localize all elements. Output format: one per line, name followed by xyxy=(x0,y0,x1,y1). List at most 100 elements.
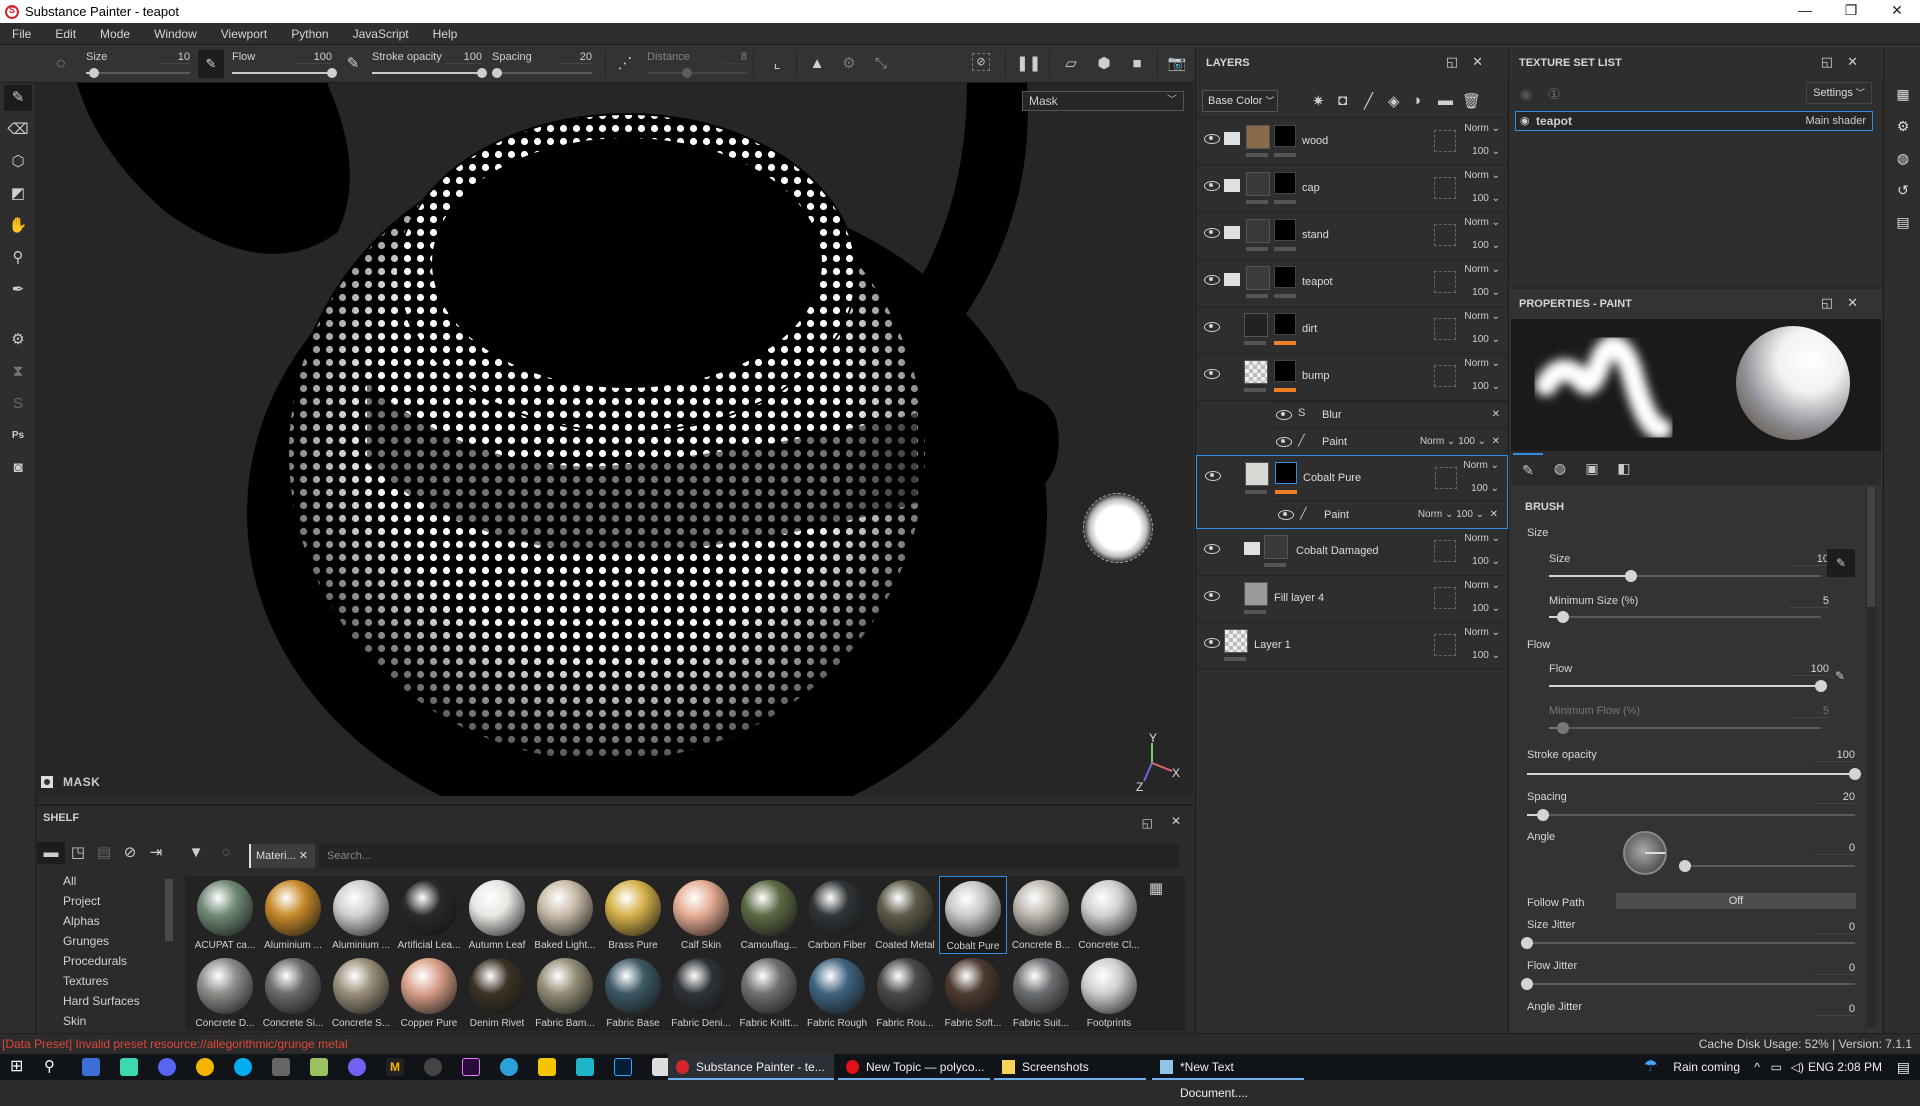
flow-slider-knob[interactable] xyxy=(327,68,337,78)
opacity-select[interactable]: 100 ⌄ xyxy=(1472,287,1500,298)
add-paint-layer-icon[interactable]: ╱ xyxy=(1364,92,1373,110)
material-item[interactable]: Camouflag... xyxy=(735,876,803,954)
layer-row[interactable]: bump Norm ⌄ 100 ⌄ xyxy=(1196,354,1508,401)
spacing-knob[interactable] xyxy=(492,68,502,78)
mask-checkbox[interactable] xyxy=(41,776,53,788)
layer-mask-thumbnail[interactable] xyxy=(1274,360,1296,382)
hide-icon[interactable]: ⊘ xyxy=(119,842,141,864)
material-item[interactable]: Aluminium ... xyxy=(259,876,327,954)
folder-icon[interactable]: ▬ xyxy=(37,842,65,864)
distance-slider[interactable]: Distance 8 xyxy=(647,49,747,79)
float-panel-icon[interactable]: ◱ xyxy=(1142,816,1153,830)
size-jitter-slider[interactable] xyxy=(1521,937,1855,949)
eye-icon[interactable] xyxy=(1278,510,1294,520)
opacity-select[interactable]: 100 ⌄ xyxy=(1472,381,1500,392)
layer-name[interactable]: wood xyxy=(1302,135,1328,147)
calculator-icon[interactable] xyxy=(272,1058,290,1076)
opacity-select[interactable]: 100 ⌄ xyxy=(1472,146,1500,157)
folder-icon[interactable] xyxy=(1244,542,1260,555)
log-icon[interactable]: ▤ xyxy=(1893,212,1913,232)
layer-thumbnail[interactable] xyxy=(1244,313,1268,337)
layer-row[interactable]: Cobalt Damaged Norm ⌄ 100 ⌄ xyxy=(1196,529,1508,576)
brush-shape-icon[interactable]: ◌ xyxy=(50,53,72,75)
add-fill-layer-icon[interactable]: ◈ xyxy=(1388,92,1400,110)
search-icon[interactable]: ⚲ xyxy=(44,1058,62,1076)
effect-row-blur[interactable]: S Blur ✕ xyxy=(1272,401,1508,428)
material-item[interactable]: Fabric Soft... xyxy=(939,954,1007,1031)
folder-icon[interactable] xyxy=(1224,132,1240,145)
opacity-select[interactable]: 100 ⌄ xyxy=(1472,193,1500,204)
remove-effect-icon[interactable]: ✕ xyxy=(1492,436,1500,447)
save-icon[interactable]: ▤ xyxy=(93,842,115,864)
photoshop-taskbar-icon[interactable] xyxy=(614,1058,632,1076)
distance-knob[interactable] xyxy=(682,68,692,78)
size-slider[interactable] xyxy=(1549,570,1821,582)
eraser-tool-icon[interactable]: ⌫ xyxy=(4,117,32,143)
layer-name[interactable]: dirt xyxy=(1302,323,1317,335)
folder-open-icon[interactable] xyxy=(1224,273,1240,286)
transform-icon[interactable]: ⤡ xyxy=(870,53,892,75)
blend-mode-select[interactable]: Norm ⌄ xyxy=(1464,123,1500,134)
app-icon-play[interactable] xyxy=(538,1058,556,1076)
layer-row[interactable]: dirt Norm ⌄ 100 ⌄ xyxy=(1196,307,1508,354)
material-item[interactable]: Cobalt Pure xyxy=(939,876,1007,954)
category-all[interactable]: All xyxy=(37,871,177,891)
category-alphas[interactable]: Alphas xyxy=(37,911,177,931)
smudge-tool-icon[interactable]: ✋ xyxy=(4,213,32,239)
layer-thumbnail[interactable] xyxy=(1246,125,1270,149)
stroke-opacity-slider[interactable] xyxy=(1527,768,1861,780)
size-jitter-value[interactable]: 0 xyxy=(1815,921,1855,934)
app-icon-lime[interactable] xyxy=(310,1058,328,1076)
tab-alpha-icon[interactable]: ◍ xyxy=(1545,453,1575,483)
task-screenshots[interactable]: Screenshots xyxy=(994,1054,1146,1080)
delete-layer-icon[interactable]: 🗑 xyxy=(1462,92,1481,110)
symmetry-icon[interactable]: ▲ xyxy=(806,53,828,75)
task-opera[interactable]: New Topic — polyco... xyxy=(838,1054,990,1080)
layer-name[interactable]: Cobalt Damaged xyxy=(1296,545,1379,557)
folder-icon[interactable] xyxy=(1224,179,1240,192)
menu-window[interactable]: Window xyxy=(142,27,209,41)
substance-share-icon[interactable]: S xyxy=(4,391,32,417)
add-mask-icon[interactable]: ◘ xyxy=(1338,92,1347,109)
menu-help[interactable]: Help xyxy=(421,27,470,41)
new-shelf-icon[interactable]: ◳ xyxy=(67,842,89,864)
layer-thumbnail[interactable] xyxy=(1264,535,1288,559)
tab-material-icon[interactable]: ◧ xyxy=(1609,453,1639,483)
blend-mode-select[interactable]: Norm ⌄ xyxy=(1464,533,1500,544)
texture-set-info-icon[interactable]: ① xyxy=(1543,84,1565,106)
layer-row[interactable]: stand Norm ⌄ 100 ⌄ xyxy=(1196,213,1508,260)
menu-javascript[interactable]: JavaScript xyxy=(341,27,421,41)
app-icon-yellow[interactable] xyxy=(196,1058,214,1076)
material-item[interactable]: Fabric Rou... xyxy=(871,954,939,1031)
layer-thumbnail[interactable] xyxy=(1244,582,1268,606)
blend-mode-select[interactable]: Norm ⌄ xyxy=(1464,358,1500,369)
properties-scrollbar[interactable] xyxy=(1866,487,1876,1027)
remove-filter-icon[interactable]: ✕ xyxy=(299,850,308,862)
flow-slider[interactable]: Flow 100 xyxy=(232,49,337,79)
telegram-icon[interactable] xyxy=(500,1058,518,1076)
material-item[interactable]: Concrete D... xyxy=(191,954,259,1031)
photoshop-icon[interactable]: Ps xyxy=(4,423,32,449)
layers-panel-controls[interactable]: ◱✕ xyxy=(1446,54,1497,70)
layer-thumbnail[interactable] xyxy=(1246,172,1270,196)
eye-icon[interactable] xyxy=(1205,471,1221,481)
eye-icon[interactable] xyxy=(1276,410,1292,420)
eye-icon[interactable] xyxy=(1276,437,1292,447)
category-hard-surfaces[interactable]: Hard Surfaces xyxy=(37,991,177,1011)
layer-row[interactable]: teapot Norm ⌄ 100 ⌄ xyxy=(1196,260,1508,307)
2d-view-icon[interactable]: ▱ xyxy=(1060,53,1082,75)
grid-view-icon[interactable]: ▦ xyxy=(1145,878,1167,900)
layer-row[interactable]: Layer 1 Norm ⌄ 100 ⌄ xyxy=(1196,623,1508,670)
notifications-icon[interactable]: ▤ xyxy=(1897,1054,1910,1080)
min-size-value[interactable]: 5 xyxy=(1789,595,1829,608)
flow-jitter-value[interactable]: 0 xyxy=(1815,962,1855,975)
layer-row[interactable]: wood Norm ⌄ 100 ⌄ xyxy=(1196,119,1508,166)
material-item[interactable]: Concrete Cl... xyxy=(1075,876,1143,954)
shelf-search-input[interactable]: Search... xyxy=(319,844,1179,868)
flow-slider[interactable] xyxy=(1549,680,1827,692)
material-item[interactable]: Coated Metal xyxy=(871,876,939,954)
folder-icon[interactable] xyxy=(1224,226,1240,239)
color-picker-tool-icon[interactable]: ✒ xyxy=(4,277,32,303)
weather-icon[interactable]: ☂ xyxy=(1644,1054,1658,1080)
eye-icon[interactable] xyxy=(1204,228,1220,238)
